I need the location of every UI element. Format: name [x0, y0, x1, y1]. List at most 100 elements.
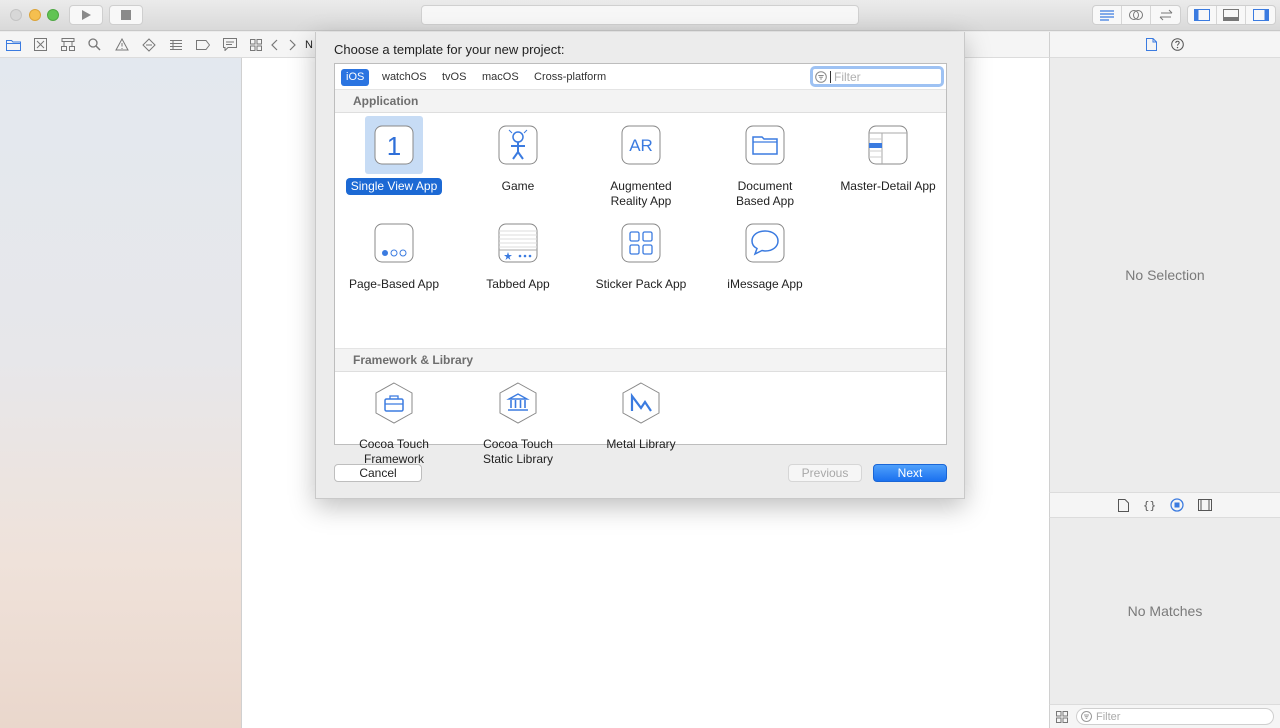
- no-selection-label: No Selection: [1125, 267, 1205, 283]
- source-control-navigator-tab[interactable]: [32, 36, 49, 53]
- stop-button[interactable]: [109, 5, 143, 25]
- find-navigator-tab[interactable]: [86, 36, 103, 53]
- navigator-selector-bar: [0, 32, 242, 58]
- close-window-button[interactable]: [10, 9, 22, 21]
- template-label: Page-Based App: [348, 277, 440, 291]
- symbol-navigator-tab[interactable]: [59, 36, 76, 53]
- stop-icon: [121, 10, 131, 20]
- issue-navigator-tab[interactable]: [113, 36, 130, 53]
- breadcrumb[interactable]: N: [305, 39, 313, 51]
- library-hexagon-icon: [489, 374, 547, 432]
- folder-icon: [6, 39, 21, 51]
- metal-hexagon-icon: [612, 374, 670, 432]
- template-cocoa-touch-framework[interactable]: Cocoa Touch Framework: [337, 374, 451, 468]
- inspector-area: No Selection: [1049, 58, 1280, 492]
- file-template-icon[interactable]: [1117, 498, 1129, 512]
- tab-ios[interactable]: iOS: [341, 69, 370, 86]
- report-navigator-tab[interactable]: [221, 36, 238, 53]
- quick-help-icon[interactable]: [1171, 38, 1184, 51]
- panel-toggle-segment: [1187, 5, 1276, 25]
- right-panel-icon: [1252, 9, 1269, 21]
- debug-navigator-tab[interactable]: [167, 36, 184, 53]
- sticker-grid-icon: [612, 214, 670, 272]
- object-library-icon[interactable]: [1170, 498, 1184, 512]
- chevron-right-icon[interactable]: [288, 39, 296, 51]
- next-button[interactable]: Next: [873, 464, 947, 482]
- related-items-grid-icon[interactable]: [250, 38, 262, 51]
- template-master-detail-app[interactable]: Master-Detail App: [831, 116, 945, 195]
- svg-text:1: 1: [387, 131, 401, 161]
- file-inspector-icon[interactable]: [1146, 38, 1157, 51]
- version-editor-button[interactable]: [1151, 6, 1180, 24]
- tab-watchos[interactable]: watchOS: [377, 69, 432, 86]
- template-label: Cocoa Touch Static Library: [482, 437, 554, 466]
- template-label: Master-Detail App: [840, 179, 936, 193]
- single-view-app-icon: 1: [365, 116, 423, 174]
- cancel-button[interactable]: Cancel: [334, 464, 422, 482]
- minimize-window-button[interactable]: [29, 9, 41, 21]
- lines-icon: [1100, 10, 1114, 21]
- media-library-icon[interactable]: [1198, 499, 1213, 511]
- warning-icon: [114, 38, 129, 51]
- window-toolbar: [0, 0, 1280, 31]
- tabbed-icon: [489, 214, 547, 272]
- template-metal-library[interactable]: Metal Library: [584, 374, 698, 453]
- sheet-title: Choose a template for your new project:: [334, 42, 565, 57]
- platform-tab-bar: iOS watchOS tvOS macOS Cross-platform Fi…: [335, 64, 946, 90]
- template-cocoa-touch-static-library[interactable]: Cocoa Touch Static Library: [461, 374, 575, 468]
- project-navigator-tab[interactable]: [5, 36, 22, 53]
- template-tabbed-app[interactable]: Tabbed App: [461, 214, 575, 293]
- master-detail-icon: [859, 116, 917, 174]
- library-area: No Matches: [1049, 518, 1280, 704]
- section-header-application: Application: [335, 89, 946, 113]
- library-filter-field[interactable]: Filter: [1076, 708, 1274, 725]
- search-icon: [88, 38, 101, 51]
- bottom-panel-icon: [1223, 9, 1239, 21]
- template-label: Sticker Pack App: [595, 277, 687, 291]
- text-cursor: [830, 70, 831, 83]
- template-label: Augmented Reality App: [610, 179, 672, 208]
- tab-cross-platform[interactable]: Cross-platform: [529, 69, 611, 86]
- template-filter-field[interactable]: Filter: [810, 66, 944, 87]
- template-label: iMessage App: [727, 277, 803, 291]
- previous-button[interactable]: Previous: [788, 464, 862, 482]
- template-single-view-app[interactable]: 1 Single View App: [337, 116, 451, 195]
- tab-macos[interactable]: macOS: [477, 69, 524, 86]
- template-label: Tabbed App: [486, 277, 550, 291]
- template-imessage-app[interactable]: iMessage App: [708, 214, 822, 293]
- toggle-navigator-button[interactable]: [1188, 6, 1217, 24]
- template-label: Single View App: [345, 178, 443, 195]
- standard-editor-button[interactable]: [1093, 6, 1122, 24]
- filter-icon: [815, 70, 827, 83]
- toggle-debug-area-button[interactable]: [1217, 6, 1246, 24]
- grid-view-icon[interactable]: [1056, 710, 1068, 723]
- template-sticker-pack-app[interactable]: Sticker Pack App: [584, 214, 698, 293]
- play-icon: [82, 10, 91, 20]
- template-label: Document Based App: [735, 179, 795, 208]
- left-panel-icon: [1194, 9, 1210, 21]
- run-button[interactable]: [69, 5, 103, 25]
- augmented-reality-icon: AR: [612, 116, 670, 174]
- template-label: Game: [501, 179, 535, 193]
- diamond-icon: [141, 37, 156, 52]
- chevron-left-icon[interactable]: [271, 39, 279, 51]
- template-game[interactable]: Game: [461, 116, 575, 195]
- code-snippet-icon[interactable]: {}: [1143, 499, 1156, 512]
- inspector-selector-bar: [1049, 32, 1280, 58]
- breakpoint-navigator-tab[interactable]: [194, 36, 211, 53]
- zoom-window-button[interactable]: [47, 9, 59, 21]
- message-bubble-icon: [736, 214, 794, 272]
- template-document-based-app[interactable]: Document Based App: [708, 116, 822, 210]
- venn-icon: [1129, 10, 1143, 20]
- assistant-editor-button[interactable]: [1122, 6, 1151, 24]
- template-augmented-reality-app[interactable]: AR Augmented Reality App: [584, 116, 698, 210]
- test-navigator-tab[interactable]: [140, 36, 157, 53]
- list-icon: [169, 39, 182, 50]
- tab-tvos[interactable]: tvOS: [437, 69, 471, 86]
- x-box-icon: [34, 38, 47, 51]
- arrows-icon: [1159, 9, 1172, 21]
- template-page-based-app[interactable]: Page-Based App: [337, 214, 451, 293]
- activity-viewer: [421, 5, 859, 25]
- toggle-inspector-button[interactable]: [1246, 6, 1275, 24]
- filter-icon: [1081, 711, 1092, 722]
